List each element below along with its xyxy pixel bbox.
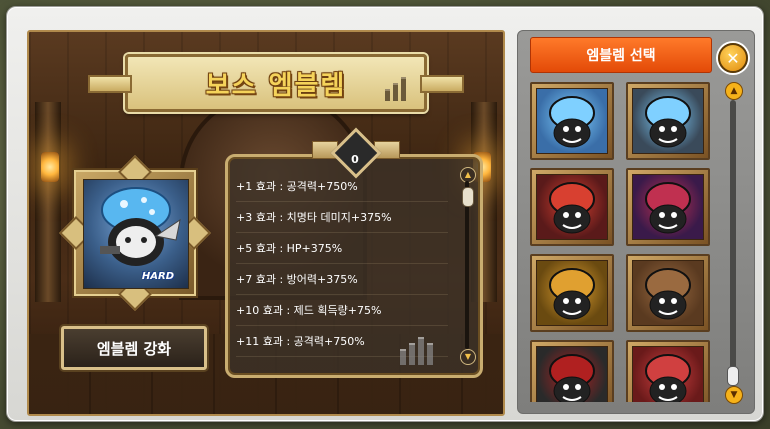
effect-row: +10 효과 : 제드 획득량+75%	[236, 295, 448, 326]
scroll-up-icon[interactable]: ▲	[725, 82, 743, 100]
black-ogre-emblem-icon	[536, 346, 608, 402]
red-ogre-emblem-icon	[632, 346, 704, 402]
emblem-slot[interactable]	[626, 254, 710, 332]
emblem-slot[interactable]	[626, 82, 710, 160]
scroll-thumb[interactable]	[727, 366, 739, 386]
emblem-slot[interactable]	[530, 340, 614, 402]
effect-row: +5 효과 : HP+375%	[236, 233, 448, 264]
blue-mushroom-emblem-alt-icon	[632, 88, 704, 154]
effects-list: +1 효과 : 공격력+750% +3 효과 : 치명타 데미지+375% +5…	[236, 171, 448, 357]
emblem-grid	[530, 82, 718, 402]
emblem-upgrade-button[interactable]: 엠블렘 강화	[61, 326, 207, 370]
page-title: 보스 엠블렘	[205, 70, 347, 101]
effect-row: +7 효과 : 방어력+375%	[236, 264, 448, 295]
lantern-icon	[41, 152, 59, 182]
brown-ogre-emblem-icon	[632, 260, 704, 326]
golden-knight-emblem-icon	[536, 260, 608, 326]
selector-header: 엠블렘 선택	[530, 37, 712, 73]
scroll-down-icon[interactable]: ▼	[460, 349, 476, 365]
pillar-icon	[400, 337, 433, 365]
effects-panel: 0 +1 효과 : 공격력+750% +3 효과 : 치명타 데미지+375% …	[225, 127, 483, 378]
title-plate: 보스 엠블렘	[88, 54, 464, 112]
pillar-icon	[385, 77, 406, 101]
background-pillar	[35, 102, 61, 302]
current-emblem-frame: HARD	[59, 155, 211, 311]
title-wing	[420, 75, 464, 93]
blue-mushroom-emblem-icon	[536, 88, 608, 154]
effects-scrollbar[interactable]: ▲ ▼	[460, 167, 476, 365]
effect-row: +3 효과 : 치명타 데미지+375%	[236, 202, 448, 233]
emblem-slot[interactable]	[626, 168, 710, 246]
current-emblem-image: HARD	[83, 179, 189, 289]
emblem-slot[interactable]	[530, 254, 614, 332]
scroll-thumb[interactable]	[462, 187, 474, 207]
close-icon[interactable]: ✕	[718, 43, 748, 73]
emblem-level: 0	[351, 153, 359, 166]
red-knight-emblem-icon	[536, 174, 608, 240]
purple-knight-emblem-icon	[632, 174, 704, 240]
emblem-selector-panel: 엠블렘 선택 ✕ ▲ ▼	[517, 30, 755, 414]
emblem-slot[interactable]	[530, 82, 614, 160]
emblem-slot[interactable]	[530, 168, 614, 246]
emblem-detail-panel: 보스 엠블렘 HARD 엠블렘 강화 0 +1 효과: 공격력+750% +3…	[27, 30, 505, 416]
scroll-down-icon[interactable]: ▼	[725, 386, 743, 404]
selector-scrollbar[interactable]: ▲ ▼	[724, 82, 743, 404]
scroll-track[interactable]	[730, 100, 736, 386]
effect-row: +1 효과 : 공격력+750%	[236, 171, 448, 202]
emblem-window: 보스 엠블렘 HARD 엠블렘 강화 0 +1 효과: 공격력+750% +3…	[6, 6, 764, 422]
difficulty-badge: HARD	[141, 271, 174, 282]
emblem-slot[interactable]	[626, 340, 710, 402]
title-wing	[88, 75, 132, 93]
